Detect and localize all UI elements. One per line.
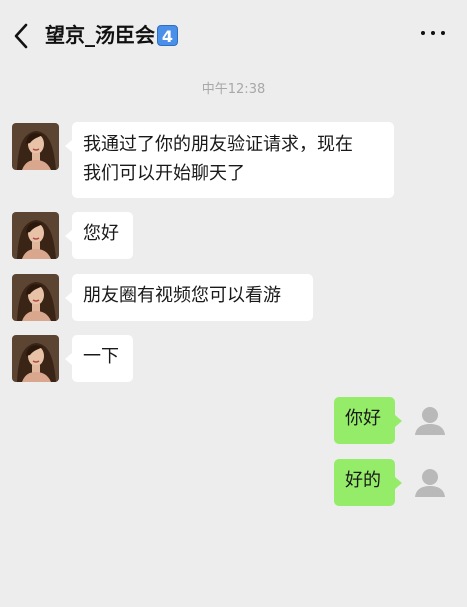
message-text-line: 你好 (345, 408, 381, 429)
chat-title: 望京_汤臣会 4 (45, 20, 178, 50)
contact-avatar[interactable] (12, 274, 59, 321)
default-user-icon (415, 469, 445, 497)
message-text-line: 一下 (83, 346, 119, 367)
message-bubble-outgoing[interactable]: 你好 (334, 397, 395, 444)
avatar-photo (12, 123, 59, 170)
more-button[interactable] (421, 28, 445, 38)
message-bubble-incoming[interactable]: 一下 (72, 335, 133, 382)
chat-title-text: 望京_汤臣会 (45, 23, 155, 47)
message-text-line: 好的 (345, 470, 381, 491)
contact-avatar[interactable] (12, 123, 59, 170)
message-timestamp: 中午12:38 (201, 82, 266, 97)
message-text-line: 朋友圈有视频您可以看游 (83, 285, 281, 306)
message-text-line: 我们可以开始聊天了 (83, 163, 245, 184)
default-user-icon (415, 407, 445, 435)
avatar-photo (12, 335, 59, 382)
message-bubble-incoming[interactable]: 我通过了你的朋友验证请求，现在 我们可以开始聊天了 (72, 122, 394, 198)
message-text-line: 您好 (83, 223, 119, 244)
contact-avatar[interactable] (12, 335, 59, 382)
avatar-photo (12, 212, 59, 259)
nav-bar: 望京_汤臣会 4 (0, 0, 467, 70)
avatar-photo (12, 274, 59, 321)
more-dots-icon (421, 31, 425, 35)
unread-badge: 4 (157, 24, 178, 46)
back-button[interactable] (10, 22, 34, 50)
my-avatar[interactable] (407, 459, 453, 505)
chevron-left-icon (14, 23, 28, 49)
message-bubble-outgoing[interactable]: 好的 (334, 459, 395, 506)
contact-avatar[interactable] (12, 212, 59, 259)
my-avatar[interactable] (407, 397, 453, 443)
message-bubble-incoming[interactable]: 您好 (72, 212, 133, 259)
message-bubble-incoming[interactable]: 朋友圈有视频您可以看游 (72, 274, 313, 321)
